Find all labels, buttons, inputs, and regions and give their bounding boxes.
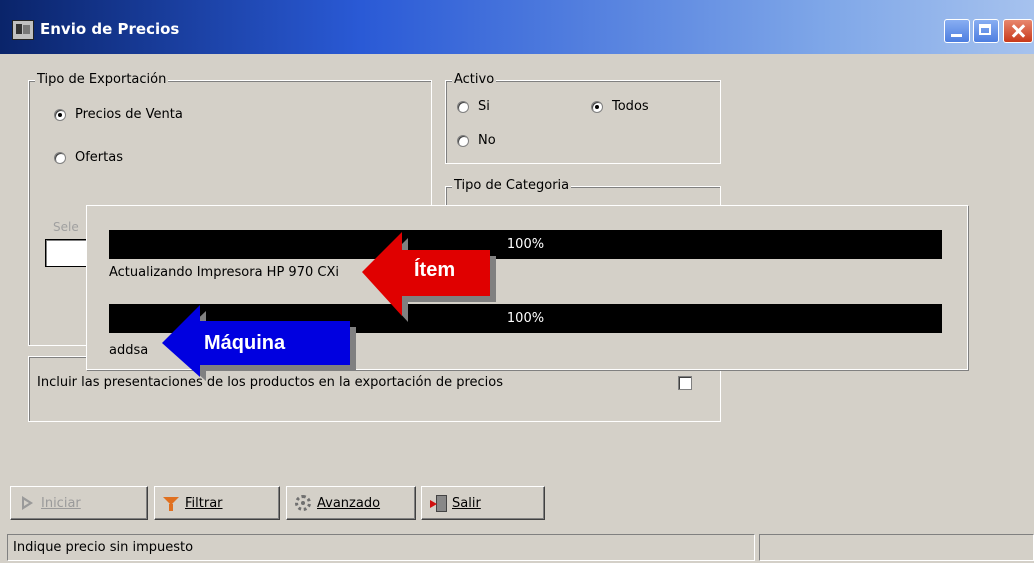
obscured-select-label: Sele — [53, 220, 79, 234]
radio-si[interactable]: Si — [457, 99, 490, 114]
radio-dot — [591, 100, 603, 113]
radio-no[interactable]: No — [457, 133, 496, 148]
tipo-categoria-label: Tipo de Categoria — [452, 178, 572, 193]
avanzado-label: Avanzado — [317, 495, 381, 511]
item-progress-bar: 100% — [109, 230, 942, 259]
obscured-select-box[interactable] — [45, 239, 87, 267]
status-bar: Indique precio sin impuesto — [0, 532, 1034, 563]
app-icon — [12, 20, 34, 40]
radio-label: No — [478, 133, 496, 148]
radio-todos[interactable]: Todos — [591, 99, 649, 114]
filtrar-button[interactable]: Filtrar — [154, 486, 280, 520]
salir-label: Salir — [452, 495, 481, 511]
filter-icon — [163, 495, 179, 511]
radio-dot — [54, 108, 66, 121]
radio-label: Precios de Venta — [75, 107, 183, 122]
filtrar-label: Filtrar — [185, 495, 223, 511]
item-progress-status: Actualizando Impresora HP 970 CXi — [109, 265, 339, 280]
radio-precios-venta[interactable]: Precios de Venta — [54, 107, 183, 122]
radio-dot — [54, 151, 66, 164]
exit-door-icon — [430, 495, 447, 512]
activo-group: Activo — [445, 72, 721, 164]
title-bar[interactable]: Envio de Precios — [0, 0, 1034, 54]
minimize-button[interactable] — [944, 19, 970, 43]
tipo-exportacion-label: Tipo de Exportación — [35, 72, 169, 87]
machine-callout-label: Máquina — [204, 332, 286, 354]
radio-label: Todos — [612, 99, 649, 114]
iniciar-button[interactable]: Iniciar — [10, 486, 148, 520]
item-callout-label: Ítem — [414, 259, 456, 281]
status-secondary — [759, 534, 1034, 561]
item-progress-text: 100% — [506, 237, 545, 252]
avanzado-button[interactable]: Avanzado — [286, 486, 416, 520]
close-button[interactable] — [1003, 19, 1033, 43]
radio-ofertas[interactable]: Ofertas — [54, 150, 123, 165]
salir-button[interactable]: Salir — [421, 486, 545, 520]
radio-dot — [457, 100, 469, 113]
iniciar-label: Iniciar — [41, 495, 81, 511]
envio-precios-window: Envio de Precios Tipo de Exportación Pre… — [0, 0, 1034, 563]
radio-dot — [457, 134, 469, 147]
machine-progress-text: 100% — [506, 311, 545, 326]
presentaciones-checkbox[interactable] — [678, 376, 692, 390]
status-message: Indique precio sin impuesto — [7, 534, 755, 561]
maximize-button[interactable] — [973, 19, 999, 43]
window-title: Envio de Precios — [40, 20, 180, 38]
radio-label: Si — [478, 99, 490, 114]
activo-label: Activo — [452, 72, 497, 87]
gear-icon — [295, 495, 311, 511]
radio-label: Ofertas — [75, 150, 123, 165]
play-icon — [19, 495, 35, 511]
machine-progress-status: addsa — [109, 343, 149, 358]
